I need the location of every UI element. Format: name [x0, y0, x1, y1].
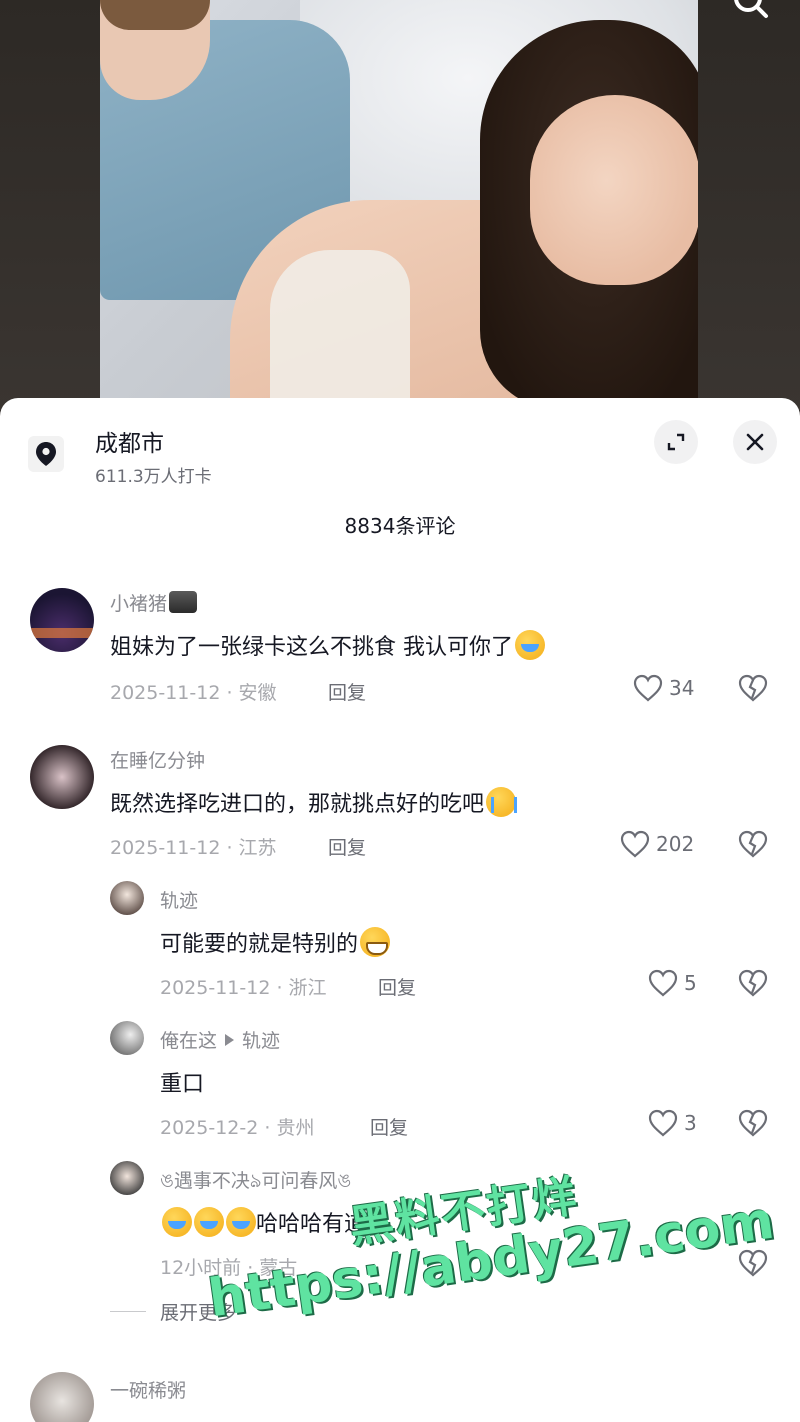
- reply-button[interactable]: 回复: [378, 973, 416, 1000]
- dislike-button[interactable]: [738, 674, 768, 704]
- reply-text: 重口: [160, 1072, 205, 1097]
- crying-emoji-icon: [515, 630, 545, 660]
- like-count: 5: [684, 971, 697, 995]
- broken-heart-icon: [738, 674, 768, 702]
- reply-username[interactable]: 俺在这 轨迹: [160, 1026, 280, 1053]
- comment-date-region: 2025-11-12 · 安徽: [110, 682, 277, 704]
- like-button[interactable]: 3: [648, 1109, 697, 1137]
- woman-face: [530, 95, 698, 285]
- comment-username[interactable]: 一碗稀粥: [110, 1376, 186, 1403]
- dislike-button[interactable]: [738, 830, 768, 860]
- video-frame: [100, 0, 698, 410]
- comment-count-title: 8834条评论: [344, 514, 456, 538]
- grinning-emoji-icon: [360, 927, 391, 957]
- expand-button[interactable]: [654, 420, 698, 464]
- like-count: 202: [656, 832, 695, 856]
- comment-username[interactable]: 小褚猪: [110, 589, 198, 616]
- avatar[interactable]: [30, 745, 94, 809]
- man-hair: [100, 0, 210, 30]
- broken-heart-icon: [738, 1109, 768, 1137]
- location-checkins: 611.3万人打卡: [95, 467, 212, 487]
- expand-icon: [667, 433, 685, 451]
- broken-heart-icon: [738, 969, 768, 997]
- reply-item: 俺在这 轨迹 重口 2025-12-2 · 贵州 回复 3: [0, 1018, 800, 1148]
- reply-to-arrow-icon: [225, 1034, 235, 1046]
- sobbing-emoji-icon: [486, 787, 518, 817]
- comment-date-region: 2025-11-12 · 江苏: [110, 837, 277, 859]
- comment-item: 小褚猪 姐妹为了一张绿卡这么不挑食 我认可你了 2025-11-12 · 安徽 …: [0, 583, 800, 713]
- video-area[interactable]: [0, 0, 800, 410]
- reply-button[interactable]: 回复: [328, 833, 366, 860]
- location-title: 成都市: [95, 431, 164, 457]
- crying-emoji-icon: [162, 1207, 192, 1237]
- divider: [110, 1311, 146, 1312]
- close-button[interactable]: [733, 420, 777, 464]
- reply-text: 可能要的就是特别的: [160, 926, 391, 958]
- crying-emoji-icon: [194, 1207, 224, 1237]
- reply-button[interactable]: 回复: [370, 1113, 408, 1140]
- reply-username[interactable]: 轨迹: [160, 886, 198, 913]
- avatar[interactable]: [110, 1021, 144, 1055]
- avatar[interactable]: [110, 1161, 144, 1195]
- reply-username[interactable]: ঙ遇事不决ঌ可问春风ঙ: [160, 1166, 351, 1199]
- ruffle-top: [270, 250, 410, 410]
- avatar[interactable]: [30, 1372, 94, 1422]
- heart-icon: [648, 1109, 678, 1137]
- avatar[interactable]: [110, 881, 144, 915]
- comment-item: 一碗稀粥: [0, 1370, 800, 1422]
- camera-emoji-icon: [169, 591, 198, 613]
- reply-date-region: 2025-11-12 · 浙江: [160, 977, 327, 999]
- location-pin-icon: [28, 436, 64, 472]
- broken-heart-icon: [738, 830, 768, 858]
- dislike-button[interactable]: [738, 969, 768, 999]
- like-button[interactable]: 5: [648, 969, 697, 997]
- heart-icon: [620, 830, 650, 858]
- heart-icon: [648, 969, 678, 997]
- comment-username[interactable]: 在睡亿分钟: [110, 746, 205, 773]
- comment-text: 姐妹为了一张绿卡这么不挑食 我认可你了: [110, 629, 545, 661]
- like-count: 3: [684, 1111, 697, 1135]
- reply-date-region: 2025-12-2 · 贵州: [160, 1117, 315, 1139]
- search-icon[interactable]: [728, 0, 772, 24]
- reply-item: 轨迹 可能要的就是特别的 2025-11-12 · 浙江 回复 5: [0, 878, 800, 1008]
- avatar[interactable]: [30, 588, 94, 652]
- like-button[interactable]: 34: [633, 674, 694, 702]
- reply-button[interactable]: 回复: [328, 678, 366, 705]
- like-button[interactable]: 202: [620, 830, 694, 858]
- heart-icon: [633, 674, 663, 702]
- comment-item: 在睡亿分钟 既然选择吃进口的，那就挑点好的吃吧 2025-11-12 · 江苏 …: [0, 740, 800, 870]
- like-count: 34: [669, 676, 695, 700]
- dislike-button[interactable]: [738, 1109, 768, 1139]
- close-icon: [746, 433, 764, 451]
- comment-text: 既然选择吃进口的，那就挑点好的吃吧: [110, 786, 518, 818]
- crying-emoji-icon: [226, 1207, 256, 1237]
